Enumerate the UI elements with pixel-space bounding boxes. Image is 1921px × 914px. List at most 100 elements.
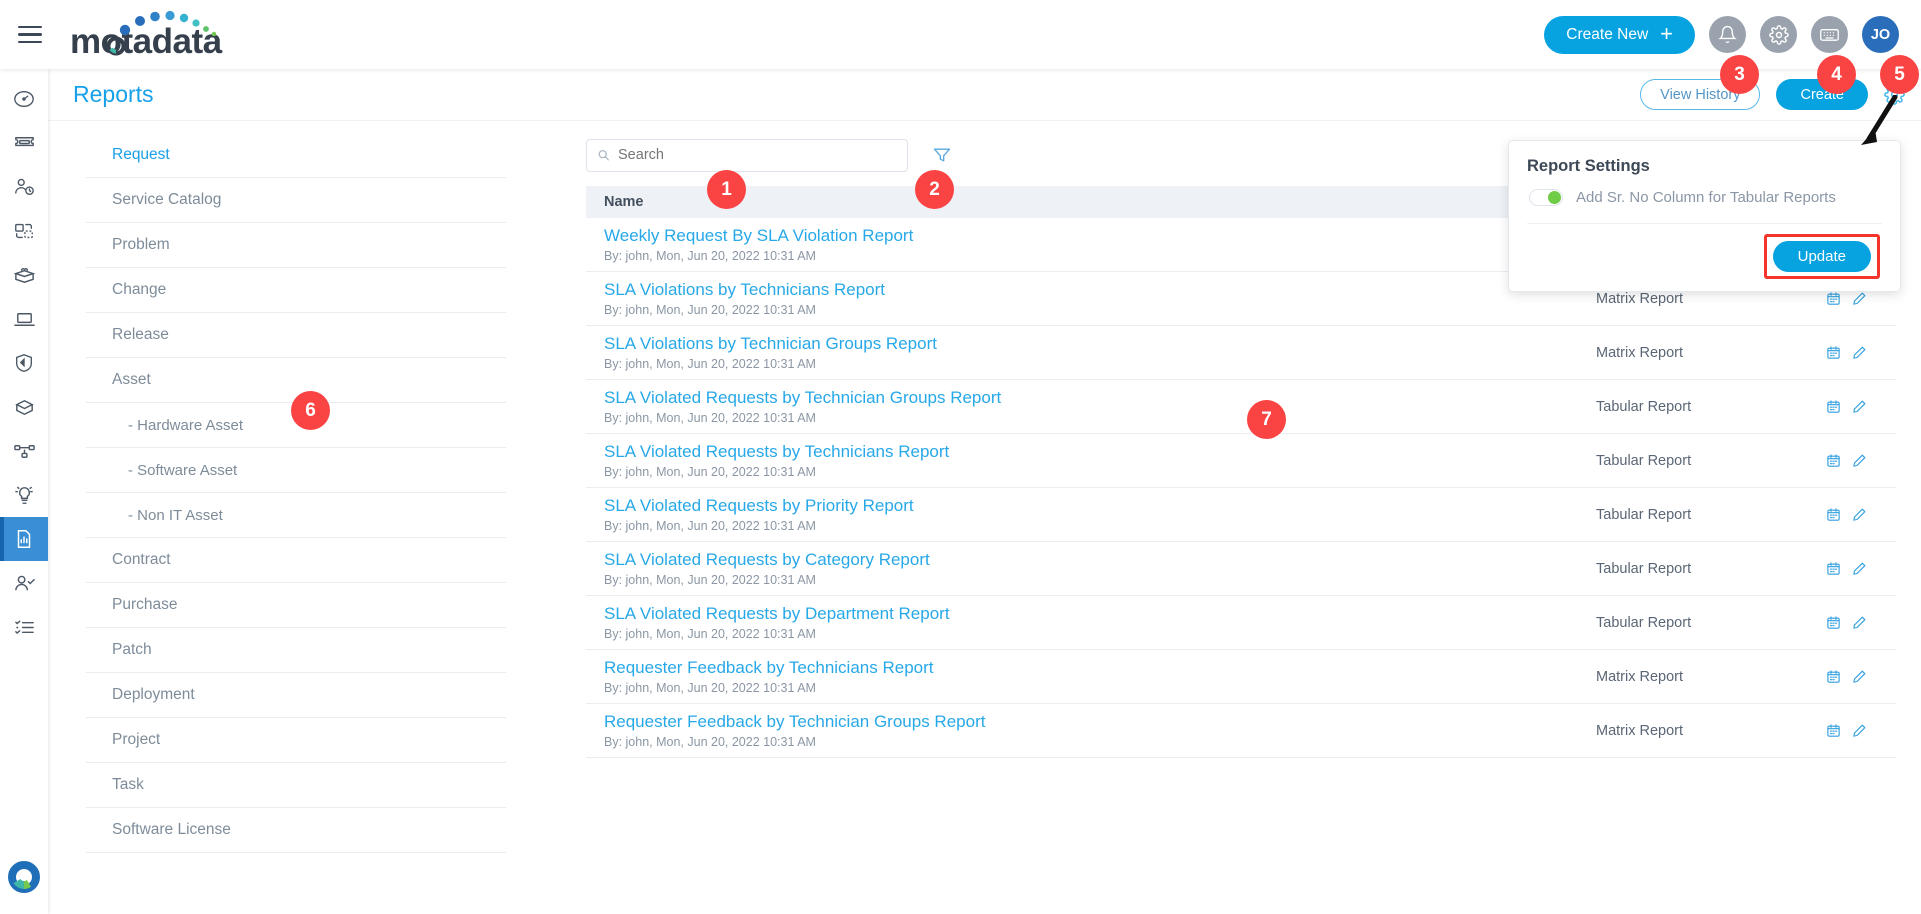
edit-report-button[interactable] bbox=[1852, 453, 1867, 468]
cube-icon bbox=[14, 399, 34, 415]
edit-report-button[interactable] bbox=[1852, 345, 1867, 360]
category-item[interactable]: Deployment bbox=[86, 673, 506, 718]
schedule-report-button[interactable] bbox=[1826, 399, 1841, 414]
report-meta: By: john, Mon, Jun 20, 2022 10:31 AM bbox=[604, 357, 816, 371]
category-item[interactable]: Purchase bbox=[86, 583, 506, 628]
rail-item-assets[interactable] bbox=[0, 297, 48, 341]
add-sr-no-label: Add Sr. No Column for Tabular Reports bbox=[1576, 189, 1836, 206]
ring-logo-icon bbox=[8, 861, 40, 893]
schedule-report-button[interactable] bbox=[1826, 669, 1841, 684]
category-item[interactable]: Patch bbox=[86, 628, 506, 673]
report-name-link[interactable]: Requester Feedback by Technicians Report bbox=[604, 658, 1596, 678]
update-button-highlight: Update bbox=[1763, 234, 1880, 279]
create-new-button[interactable]: Create New + bbox=[1544, 15, 1695, 54]
popup-title: Report Settings bbox=[1527, 157, 1650, 175]
rail-item-release[interactable] bbox=[0, 253, 48, 297]
report-name-link[interactable]: SLA Violations by Technician Groups Repo… bbox=[604, 334, 1596, 354]
sr-no-setting-row: Add Sr. No Column for Tabular Reports bbox=[1527, 189, 1882, 206]
settings-gear-button[interactable] bbox=[1760, 16, 1797, 53]
rail-item-cmdb[interactable] bbox=[0, 385, 48, 429]
report-name-link[interactable]: SLA Violated Requests by Technician Grou… bbox=[604, 388, 1596, 408]
report-name-link[interactable]: SLA Violated Requests by Priority Report bbox=[604, 496, 1596, 516]
edit-report-button[interactable] bbox=[1852, 615, 1867, 630]
report-settings-popup: Report Settings Add Sr. No Column for Ta… bbox=[1508, 140, 1901, 292]
report-name-link[interactable]: SLA Violated Requests by Department Repo… bbox=[604, 604, 1596, 624]
rail-item-change[interactable] bbox=[0, 209, 48, 253]
calendar-icon bbox=[1827, 724, 1840, 737]
rail-item-tasks[interactable] bbox=[0, 605, 48, 649]
report-name-cell: SLA Violations by Technicians Report By: … bbox=[604, 280, 1596, 317]
table-row: Requester Feedback by Technician Groups … bbox=[586, 704, 1896, 758]
row-actions bbox=[1826, 453, 1878, 468]
search-box[interactable] bbox=[586, 138, 908, 172]
report-name-link[interactable]: Weekly Request By SLA Violation Report bbox=[604, 226, 1596, 246]
schedule-report-button[interactable] bbox=[1826, 723, 1841, 738]
rail-item-workflow[interactable] bbox=[0, 429, 48, 473]
report-name-cell: SLA Violated Requests by Category Report… bbox=[604, 550, 1596, 587]
edit-report-button[interactable] bbox=[1852, 561, 1867, 576]
top-bar-actions: Create New + JO bbox=[1544, 15, 1899, 54]
pencil-icon bbox=[1853, 670, 1866, 683]
category-item[interactable]: - Non IT Asset bbox=[86, 493, 506, 538]
table-row: SLA Violations by Technician Groups Repo… bbox=[586, 326, 1896, 380]
annotation-badge: 4 bbox=[1817, 55, 1856, 94]
calendar-icon bbox=[1827, 616, 1840, 629]
category-item[interactable]: Software License bbox=[86, 808, 506, 853]
category-item[interactable]: Request bbox=[86, 133, 506, 178]
category-item[interactable]: Contract bbox=[86, 538, 506, 583]
keyboard-shortcuts-button[interactable] bbox=[1811, 16, 1848, 53]
edit-report-button[interactable] bbox=[1852, 291, 1867, 306]
filter-button[interactable] bbox=[932, 145, 952, 165]
report-name-link[interactable]: SLA Violated Requests by Technicians Rep… bbox=[604, 442, 1596, 462]
report-name-link[interactable]: Requester Feedback by Technician Groups … bbox=[604, 712, 1596, 732]
report-name-cell: SLA Violated Requests by Technicians Rep… bbox=[604, 442, 1596, 479]
top-bar: motadata Create New + JO bbox=[0, 0, 1921, 69]
schedule-report-button[interactable] bbox=[1826, 291, 1841, 306]
edit-report-button[interactable] bbox=[1852, 723, 1867, 738]
pencil-icon bbox=[1853, 616, 1866, 629]
rail-item-reports[interactable] bbox=[0, 517, 48, 561]
page-header: Reports View History Create bbox=[48, 69, 1921, 121]
edit-report-button[interactable] bbox=[1852, 507, 1867, 522]
rail-item-tickets[interactable] bbox=[0, 121, 48, 165]
rail-item-security[interactable] bbox=[0, 341, 48, 385]
category-item[interactable]: - Software Asset bbox=[86, 448, 506, 493]
category-item[interactable]: Project bbox=[86, 718, 506, 763]
report-type-cell: Tabular Report bbox=[1596, 452, 1692, 469]
schedule-report-button[interactable] bbox=[1826, 345, 1841, 360]
schedule-report-button[interactable] bbox=[1826, 453, 1841, 468]
table-body: Weekly Request By SLA Violation Report By… bbox=[586, 218, 1896, 758]
table-row: SLA Violated Requests by Priority Report… bbox=[586, 488, 1896, 542]
category-item[interactable]: Task bbox=[86, 763, 506, 808]
hamburger-icon[interactable] bbox=[18, 18, 52, 52]
rail-item-users[interactable] bbox=[0, 561, 48, 605]
rail-item-problem[interactable] bbox=[0, 165, 48, 209]
schedule-report-button[interactable] bbox=[1826, 615, 1841, 630]
category-item[interactable]: Service Catalog bbox=[86, 178, 506, 223]
pencil-icon bbox=[1853, 292, 1866, 305]
search-input[interactable] bbox=[618, 147, 897, 163]
report-meta: By: john, Mon, Jun 20, 2022 10:31 AM bbox=[604, 249, 816, 263]
category-item[interactable]: Problem bbox=[86, 223, 506, 268]
edit-report-button[interactable] bbox=[1852, 669, 1867, 684]
category-item[interactable]: Release bbox=[86, 313, 506, 358]
annotation-badge: 1 bbox=[707, 170, 746, 209]
report-name-link[interactable]: SLA Violated Requests by Category Report bbox=[604, 550, 1596, 570]
notification-bell-button[interactable] bbox=[1709, 16, 1746, 53]
user-avatar[interactable]: JO bbox=[1862, 16, 1899, 53]
pencil-icon bbox=[1853, 400, 1866, 413]
rail-item-dashboard[interactable] bbox=[0, 77, 48, 121]
keyboard-icon bbox=[1820, 29, 1839, 41]
add-sr-no-toggle[interactable] bbox=[1529, 189, 1563, 206]
category-item[interactable]: Change bbox=[86, 268, 506, 313]
rail-item-knowledge[interactable] bbox=[0, 473, 48, 517]
edit-report-button[interactable] bbox=[1852, 399, 1867, 414]
schedule-report-button[interactable] bbox=[1826, 561, 1841, 576]
update-button[interactable]: Update bbox=[1772, 241, 1871, 272]
schedule-report-button[interactable] bbox=[1826, 507, 1841, 522]
report-name-cell: SLA Violated Requests by Technician Grou… bbox=[604, 388, 1596, 425]
report-name-link[interactable]: SLA Violations by Technicians Report bbox=[604, 280, 1596, 300]
gear-icon bbox=[1768, 24, 1789, 45]
table-row: SLA Violated Requests by Category Report… bbox=[586, 542, 1896, 596]
table-row: Requester Feedback by Technicians Report… bbox=[586, 650, 1896, 704]
